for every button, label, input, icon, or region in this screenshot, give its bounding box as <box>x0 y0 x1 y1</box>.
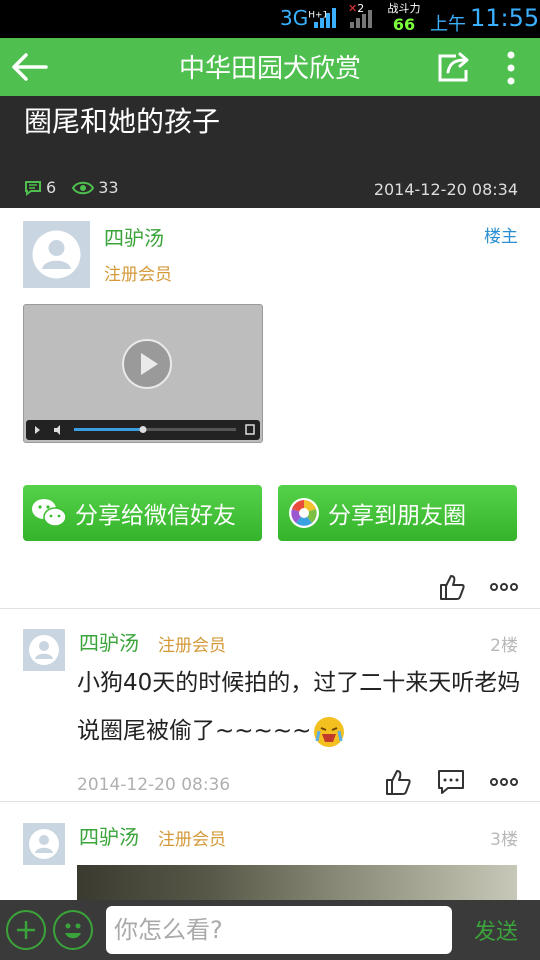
comment-count: 6 <box>46 178 57 197</box>
floor-number: 2楼 <box>490 636 518 656</box>
owner-badge: 楼主 <box>484 227 518 247</box>
signal-icon <box>314 8 336 28</box>
more-horizontal-icon[interactable] <box>489 572 519 602</box>
avatar[interactable] <box>23 629 65 671</box>
post-stats: 6 33 <box>24 178 127 197</box>
emoji-button[interactable] <box>53 910 93 950</box>
reply-date: 2014-12-20 08:36 <box>77 775 231 795</box>
reply-text: 小狗40天的时候拍的，过了二十来天听老妈说圈尾被偷了~~~~~ <box>77 659 522 755</box>
share-moments-button[interactable]: 分享到朋友圈 <box>278 485 517 541</box>
smiley-icon <box>65 923 81 939</box>
ampm: 上午 <box>430 14 466 35</box>
game-widget: 战斗力 66 <box>384 2 424 34</box>
signal-sim2-icon <box>350 10 372 28</box>
reply-photo[interactable] <box>77 865 517 900</box>
plus-icon <box>17 921 35 939</box>
reply-item: 四驴汤 注册会员 2楼 小狗40天的时候拍的，过了二十来天听老妈说圈尾被偷了~~… <box>0 609 540 802</box>
crying-emoji-icon <box>311 714 347 750</box>
reply-role: 注册会员 <box>158 636 226 656</box>
more-vertical-icon[interactable] <box>496 48 526 88</box>
avatar[interactable] <box>23 221 90 288</box>
view-count: 33 <box>98 178 119 197</box>
share-icon[interactable] <box>436 50 472 84</box>
post-header: 圈尾和她的孩子 6 33 2014-12-20 08:34 <box>0 96 540 208</box>
reply-comment-icon[interactable] <box>436 767 466 797</box>
user-avatar-icon <box>32 230 81 279</box>
avatar[interactable] <box>23 823 65 865</box>
post-date: 2014-12-20 08:34 <box>373 180 518 199</box>
send-button[interactable]: 发送 <box>474 914 518 946</box>
user-avatar-icon <box>29 829 59 859</box>
share-wechat-label: 分享给微信好友 <box>75 503 236 529</box>
more-horizontal-icon[interactable] <box>489 767 519 797</box>
wechat-icon <box>32 499 67 527</box>
post-title: 圈尾和她的孩子 <box>24 105 221 138</box>
comment-icon <box>25 180 41 196</box>
reply-author[interactable]: 四驴汤 <box>79 627 139 656</box>
author-name[interactable]: 四驴汤 <box>104 222 164 251</box>
like-icon[interactable] <box>383 767 413 797</box>
video-player[interactable] <box>23 304 263 443</box>
reply-author[interactable]: 四驴汤 <box>79 821 139 850</box>
comment-bar: 发送 <box>0 900 540 960</box>
moments-icon <box>289 498 319 528</box>
clock: 11:55 <box>470 4 540 32</box>
author-role: 注册会员 <box>104 265 172 285</box>
eye-icon <box>72 181 95 194</box>
title-bar: 中华田园犬欣赏 <box>0 38 540 96</box>
reply-item: 四驴汤 注册会员 3楼 <box>0 803 540 900</box>
share-moments-label: 分享到朋友圈 <box>328 503 466 529</box>
video-controls[interactable] <box>26 420 260 440</box>
reply-role: 注册会员 <box>158 830 226 850</box>
game-label: 战斗力 <box>387 2 421 15</box>
add-button[interactable] <box>6 910 46 950</box>
main-post: 四驴汤 注册会员 楼主 分享给微信好友 分享到朋友圈 <box>0 208 540 609</box>
like-icon[interactable] <box>437 572 467 602</box>
user-avatar-icon <box>29 635 59 665</box>
play-icon[interactable] <box>122 339 172 389</box>
floor-number: 3楼 <box>490 830 518 850</box>
game-value: 66 <box>392 15 416 34</box>
status-bar: 3GH+1 ✕2 战斗力 66 上午 11:55 <box>0 0 540 38</box>
comment-input[interactable] <box>106 906 452 954</box>
share-wechat-button[interactable]: 分享给微信好友 <box>23 485 262 541</box>
